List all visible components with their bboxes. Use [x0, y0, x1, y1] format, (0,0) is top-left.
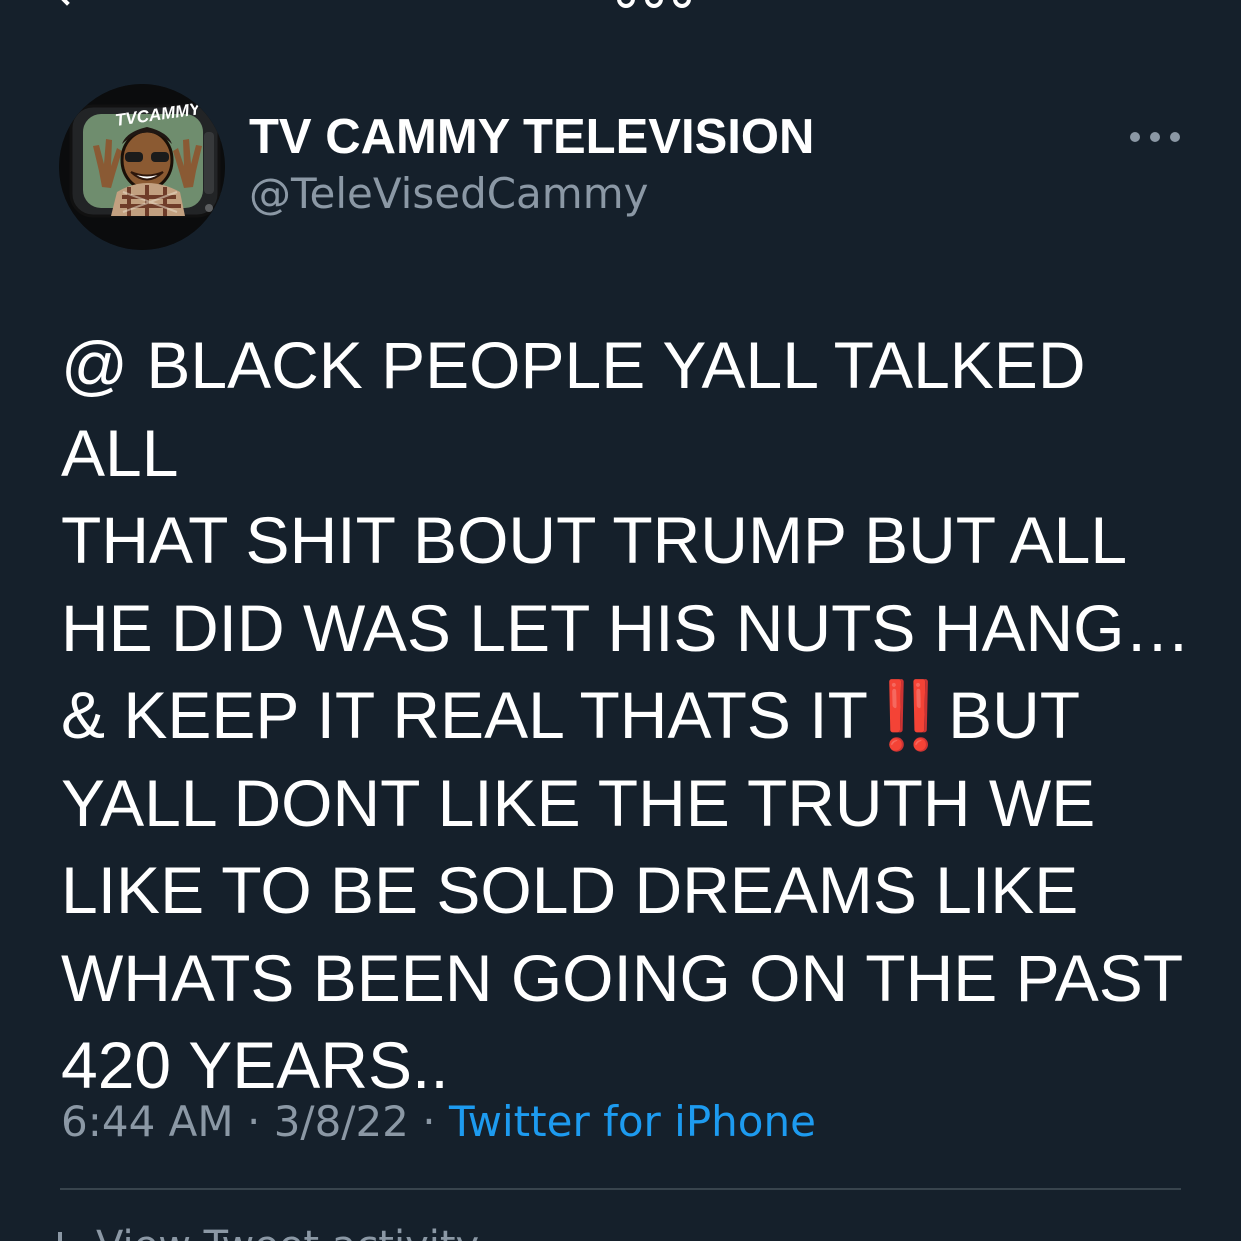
tweet: TVCAMMY TV CAMMY TELEVISION @TeleVisedCa… — [0, 0, 1241, 1241]
more-options-button[interactable] — [1130, 124, 1180, 150]
analytics-icon — [58, 1232, 62, 1241]
view-tweet-activity-button[interactable]: View Tweet activity — [58, 1222, 479, 1241]
more-dots-icon — [1170, 132, 1180, 142]
tweet-metadata: 6:44 AM · 3/8/22 · Twitter for iPhone — [61, 1092, 816, 1152]
more-dots-icon — [1150, 132, 1160, 142]
activity-label: View Tweet activity — [96, 1223, 479, 1241]
more-dots-icon — [1130, 132, 1140, 142]
display-name[interactable]: TV CAMMY TELEVISION — [249, 108, 814, 166]
author-info[interactable]: TV CAMMY TELEVISION @TeleVisedCammy — [249, 108, 814, 222]
meta-separator: · — [408, 1097, 449, 1146]
divider — [60, 1188, 1181, 1190]
user-handle[interactable]: @TeleVisedCammy — [249, 166, 814, 222]
avatar[interactable]: TVCAMMY — [59, 84, 225, 250]
meta-separator: · — [233, 1097, 274, 1146]
tweet-text: @ BLACK PEOPLE YALL TALKED ALL THAT SHIT… — [61, 322, 1191, 1110]
tweet-source-link[interactable]: Twitter for iPhone — [449, 1097, 816, 1146]
tweet-detail-page: TVCAMMY TV CAMMY TELEVISION @TeleVisedCa… — [0, 0, 1241, 1241]
cartoon-tv-avatar-icon: TVCAMMY — [59, 84, 225, 250]
tweet-time[interactable]: 6:44 AM — [61, 1097, 234, 1146]
double-exclamation-emoji: ‼️ — [867, 678, 950, 752]
tweet-date[interactable]: 3/8/22 — [274, 1097, 409, 1146]
